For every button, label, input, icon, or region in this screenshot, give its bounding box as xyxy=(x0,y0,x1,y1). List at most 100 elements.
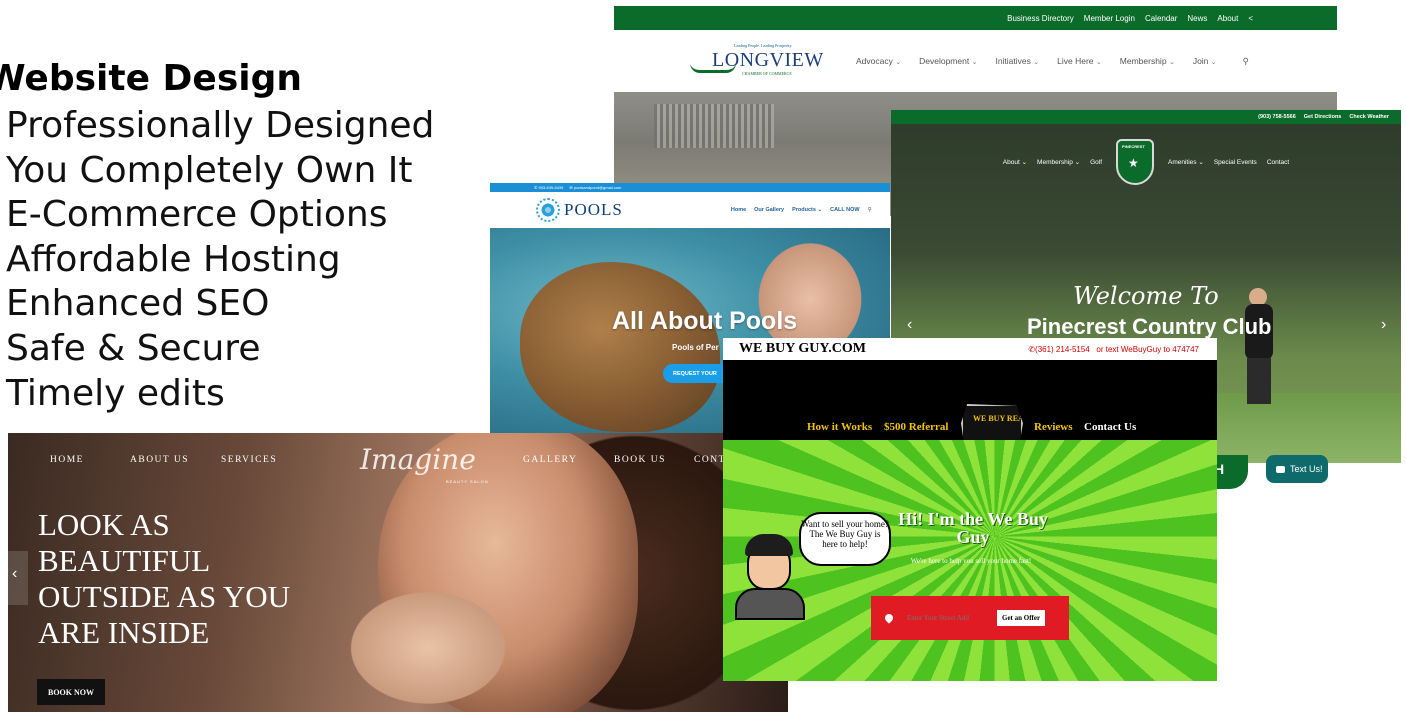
search-icon[interactable]: ⚲ xyxy=(868,207,872,213)
nav-item-how-it-works[interactable]: How it Works xyxy=(807,421,872,433)
topbar-link-about[interactable]: About xyxy=(1217,14,1238,23)
nav-item-referral[interactable]: $500 Referral xyxy=(884,421,948,433)
topbar-link-calendar[interactable]: Calendar xyxy=(1145,14,1177,23)
feature-item: E-Commerce Options xyxy=(6,194,388,236)
imagine-salon-site-screenshot: HOME ABOUT US SERVICES GALLERY BOOK US C… xyxy=(8,433,788,712)
star-icon: ★ xyxy=(1128,156,1139,170)
pinecrest-crest-logo[interactable]: PINECREST ★ xyxy=(1116,139,1154,185)
longview-logo[interactable]: Leading People. Leading Prosperity. LONG… xyxy=(688,41,823,81)
nav-item-gallery[interactable]: GALLERY xyxy=(523,455,577,465)
nav-item-products[interactable]: Products ⌄ xyxy=(792,207,822,213)
pools-topbar: ✆ 903-639-6439 ✉ poolsandpond@gmail.com xyxy=(490,183,890,192)
nav-item-contact-us[interactable]: Contact Us xyxy=(1084,421,1136,433)
crest-label: PINECREST xyxy=(1122,144,1145,149)
nav-item-membership[interactable]: Membership ⌄ xyxy=(1120,56,1175,66)
share-icon[interactable]: < xyxy=(1248,14,1253,23)
nav-item-advocacy[interactable]: Advocacy ⌄ xyxy=(856,56,901,66)
topbar-link-business-directory[interactable]: Business Directory xyxy=(1007,14,1074,23)
chevron-down-icon: ⌄ xyxy=(1168,59,1175,66)
pools-logo[interactable]: POOLS xyxy=(536,198,623,222)
logo-subtitle: BEAUTY SALON xyxy=(446,479,489,484)
pools-logo-icon xyxy=(536,198,560,222)
nav-item-initiatives[interactable]: Initiatives ⌄ xyxy=(995,56,1039,66)
nav-item-gallery[interactable]: Our Gallery xyxy=(754,207,784,213)
topbar-phone[interactable]: (903) 758-5566 xyxy=(1258,114,1296,120)
webuy-subtitle: We're here to help you sell your home fa… xyxy=(910,557,1032,565)
chat-bubble-icon xyxy=(1276,465,1285,473)
nav-item-membership[interactable]: Membership ⌄ xyxy=(1037,158,1080,166)
webuy-hero: Want to sell your home? The We Buy Guy i… xyxy=(723,440,1217,681)
chevron-left-icon[interactable]: ‹ xyxy=(8,551,28,605)
cartoon-guy-image xyxy=(735,534,805,620)
nav-item-home[interactable]: Home xyxy=(731,207,746,213)
webuy-nav: How it Works $500 Referral WE BUY REAL E… xyxy=(723,360,1217,452)
feature-item: You Completely Own It xyxy=(6,149,413,191)
nav-item-about-us[interactable]: ABOUT US xyxy=(130,455,189,465)
nav-item-book-us[interactable]: BOOK US xyxy=(614,455,666,465)
longview-header: Leading People. Leading Prosperity. LONG… xyxy=(614,30,1337,92)
nav-item-about[interactable]: About ⌄ xyxy=(1003,158,1027,166)
speech-bubble: Want to sell your home? The We Buy Guy i… xyxy=(799,512,891,566)
logo-subtitle: CHAMBER OF COMMERCE xyxy=(742,71,792,76)
chevron-down-icon: ⌄ xyxy=(1033,59,1040,66)
welcome-script: Welcome To xyxy=(1073,282,1219,310)
nav-item-reviews[interactable]: Reviews xyxy=(1034,421,1073,433)
features-items: Professionally Designed You Completely O… xyxy=(6,104,434,416)
pools-logo-text: POOLS xyxy=(564,200,623,219)
search-icon[interactable]: ⚲ xyxy=(1243,56,1249,67)
feature-item: Safe & Secure xyxy=(6,327,261,369)
webuy-brand[interactable]: WE BUY GUY.COM xyxy=(739,341,866,357)
nav-item-special-events[interactable]: Special Events xyxy=(1214,159,1257,166)
nav-item-join[interactable]: Join ⌄ xyxy=(1193,56,1217,66)
webuy-title: Hi! I'm the We Buy Guy xyxy=(898,509,1048,547)
imagine-headline: LOOK AS BEAUTIFUL OUTSIDE AS YOU ARE INS… xyxy=(38,507,291,650)
pinecrest-title: Pinecrest Country Club xyxy=(1027,314,1272,339)
get-offer-button[interactable]: Get an Offer xyxy=(997,610,1046,626)
feature-item: Professionally Designed xyxy=(6,105,435,146)
topbar-link-member-login[interactable]: Member Login xyxy=(1084,14,1135,23)
nav-item-development[interactable]: Development ⌄ xyxy=(919,56,977,66)
webuy-contact[interactable]: ✆(361) 214-5154 or text WeBuyGuy to 4747… xyxy=(1028,345,1199,354)
pools-nav: Home Our Gallery Products ⌄ CALL NOW ⚲ xyxy=(731,207,872,213)
longview-nav: Advocacy ⌄ Development ⌄ Initiatives ⌄ L… xyxy=(856,56,1249,67)
text-us-button[interactable]: Text Us! xyxy=(1266,455,1328,483)
badge-text: WE BUY REAL ESTATE xyxy=(973,414,1062,423)
webuyguy-site-screenshot: WE BUY GUY.COM ✆(361) 214-5154 or text W… xyxy=(723,338,1217,681)
nav-item-amenities[interactable]: Amenities ⌄ xyxy=(1168,158,1204,166)
imagine-logo[interactable]: Imagine BEAUTY SALON xyxy=(338,439,488,489)
nav-item-services[interactable]: SERVICES xyxy=(221,455,277,465)
pinecrest-nav: About ⌄ Membership ⌄ Golf PINECREST ★ Am… xyxy=(891,139,1401,185)
pinecrest-topbar: (903) 758-5566 Get Directions Check Weat… xyxy=(891,110,1401,124)
longview-topbar: Business Directory Member Login Calendar… xyxy=(614,6,1337,30)
topbar-weather[interactable]: Check Weather xyxy=(1349,114,1389,120)
street-address-input[interactable] xyxy=(907,614,983,622)
nav-item-call-now[interactable]: CALL NOW xyxy=(830,207,860,213)
logo-tagline: Leading People. Leading Prosperity. xyxy=(734,43,793,48)
chevron-down-icon: ⌄ xyxy=(1095,59,1102,66)
nav-item-contact[interactable]: CONT xyxy=(694,455,726,465)
location-pin-icon xyxy=(883,612,895,624)
feature-item: Enhanced SEO xyxy=(6,283,270,325)
chevron-right-icon[interactable]: › xyxy=(1381,316,1386,334)
chevron-down-icon: ⌄ xyxy=(895,59,902,66)
topbar-email[interactable]: ✉ poolsandpond@gmail.com xyxy=(569,185,621,190)
features-heading: Website Design xyxy=(0,58,303,99)
topbar-phone[interactable]: ✆ 903-639-6439 xyxy=(534,185,563,190)
chevron-left-icon[interactable]: ‹ xyxy=(907,316,912,334)
nav-item-live-here[interactable]: Live Here ⌄ xyxy=(1057,56,1102,66)
nav-item-home[interactable]: HOME xyxy=(50,455,84,465)
address-form: Get an Offer xyxy=(871,596,1069,640)
feature-item: Affordable Hosting xyxy=(6,238,341,280)
parking-lot-image xyxy=(654,104,774,148)
hand-image xyxy=(338,583,518,712)
pools-header: POOLS Home Our Gallery Products ⌄ CALL N… xyxy=(490,192,890,228)
webuy-header: WE BUY GUY.COM ✆(361) 214-5154 or text W… xyxy=(723,338,1217,360)
chevron-down-icon: ⌄ xyxy=(971,59,978,66)
nav-item-golf[interactable]: Golf xyxy=(1090,159,1102,166)
chevron-down-icon: ⌄ xyxy=(1210,59,1217,66)
nav-item-contact[interactable]: Contact xyxy=(1267,159,1289,166)
pools-subtitle: Pools of Per xyxy=(672,343,719,352)
topbar-link-news[interactable]: News xyxy=(1187,14,1207,23)
book-now-button[interactable]: BOOK NOW xyxy=(37,679,105,705)
topbar-directions[interactable]: Get Directions xyxy=(1304,114,1342,120)
